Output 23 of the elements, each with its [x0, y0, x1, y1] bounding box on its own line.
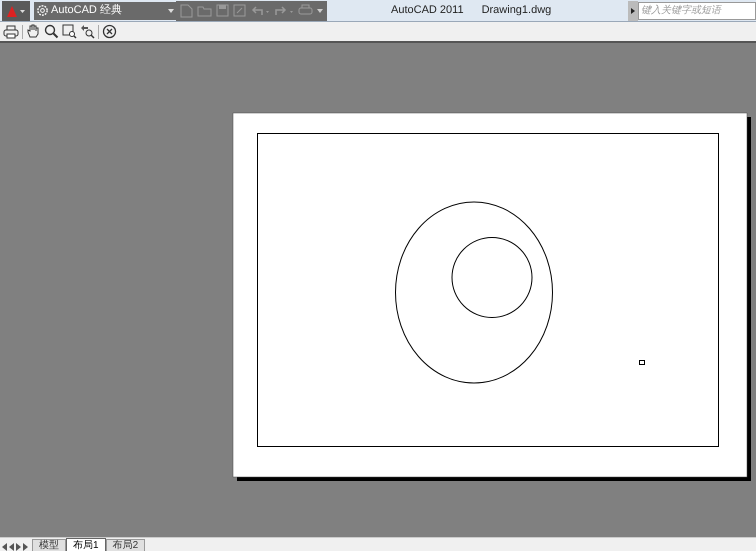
- layout-tab[interactable]: 布局2: [106, 539, 146, 551]
- layout-tab[interactable]: 模型: [32, 539, 66, 551]
- document-title: Drawing1.dwg: [482, 3, 552, 18]
- gear-icon: [36, 4, 49, 17]
- printer-icon[interactable]: [3, 24, 19, 38]
- search-field[interactable]: 键入关键字或短语: [638, 2, 756, 20]
- app-title: AutoCAD 2011: [391, 3, 464, 18]
- pan-hand-icon[interactable]: [26, 24, 41, 39]
- layout-tab[interactable]: 布局1: [66, 538, 106, 551]
- workspace-dropdown[interactable]: AutoCAD 经典: [34, 2, 176, 20]
- caret-icon[interactable]: [317, 8, 323, 12]
- logo-icon: [6, 4, 26, 18]
- workspace-name: AutoCAD 经典: [51, 3, 123, 18]
- viewport-marker-icon: [639, 360, 645, 365]
- zoom-icon[interactable]: [44, 24, 59, 39]
- zoom-window-icon[interactable]: [62, 24, 77, 39]
- zoom-previous-icon[interactable]: [80, 24, 95, 39]
- application-menu-button[interactable]: [2, 0, 30, 20]
- previous-tab-arrow-icon[interactable]: [9, 543, 14, 551]
- expand-toggle[interactable]: [628, 0, 638, 20]
- next-tab-arrow-icon[interactable]: [16, 543, 21, 551]
- close-icon[interactable]: [102, 24, 117, 39]
- first-tab-arrow-icon[interactable]: [2, 543, 7, 551]
